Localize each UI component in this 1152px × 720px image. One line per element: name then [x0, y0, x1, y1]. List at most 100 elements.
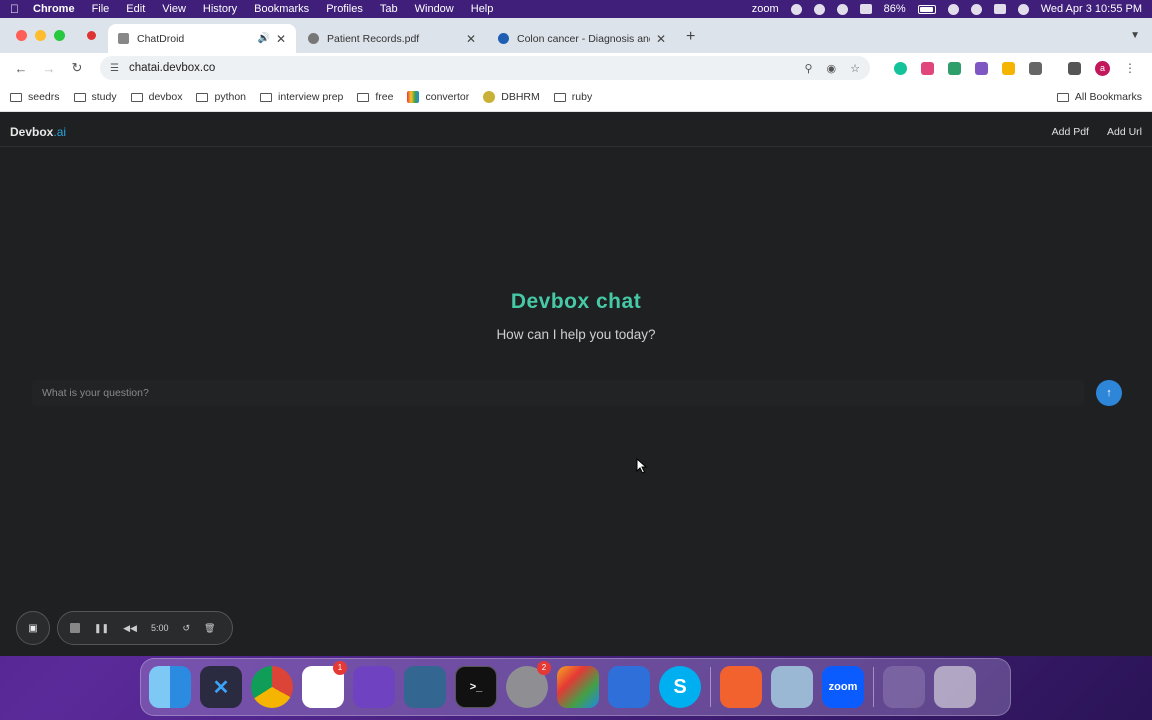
- send-button[interactable]: ↑: [1096, 380, 1122, 406]
- address-bar[interactable]: ☰ chatai.devbox.co ⚲ ◉ ☆: [100, 56, 870, 80]
- reload-icon[interactable]: ↻: [66, 60, 88, 76]
- bookmark-label: All Bookmarks: [1074, 91, 1142, 103]
- cluster-app-icon[interactable]: [608, 666, 650, 708]
- bookmark-interview-prep[interactable]: interview prep: [260, 91, 343, 103]
- wifi-icon[interactable]: [947, 3, 959, 15]
- tab-chatdroid[interactable]: ChatDroid 🔊 ✕: [108, 24, 296, 53]
- all-bookmarks[interactable]: All Bookmarks: [1056, 91, 1142, 103]
- extensions-area: [894, 61, 1081, 75]
- folder-icon: [260, 92, 273, 102]
- terminal-icon[interactable]: >_: [455, 666, 497, 708]
- tab-colon-cancer[interactable]: Colon cancer - Diagnosis and ✕: [488, 24, 676, 53]
- brand-logo[interactable]: Devbox.ai: [10, 125, 66, 139]
- tab-close-icon[interactable]: ✕: [466, 32, 476, 46]
- bookmark-star-icon[interactable]: ☆: [850, 62, 860, 75]
- battery-percent: 86%: [883, 3, 906, 15]
- folder-icon: [553, 92, 566, 102]
- forward-arrow-icon[interactable]: →: [38, 61, 60, 76]
- github-desktop-icon[interactable]: [353, 666, 395, 708]
- question-input[interactable]: [32, 380, 1084, 406]
- maximize-window-icon[interactable]: [54, 30, 65, 41]
- stop-recording-icon[interactable]: [70, 623, 80, 633]
- menu-bookmarks[interactable]: Bookmarks: [254, 3, 309, 15]
- minimize-window-icon[interactable]: [35, 30, 46, 41]
- postgresql-icon[interactable]: [404, 666, 446, 708]
- restart-icon[interactable]: ↺: [182, 623, 190, 634]
- zoom-magnifier-icon[interactable]: ⚲: [804, 62, 812, 75]
- extension-icon[interactable]: [948, 61, 961, 75]
- chrome-icon[interactable]: [251, 666, 293, 708]
- profile-avatar[interactable]: a: [1095, 60, 1110, 76]
- video-camera-icon: ▣: [28, 622, 38, 634]
- tab-favicon-icon: [308, 33, 319, 44]
- recording-timer: 5:00: [150, 623, 169, 633]
- system-settings-icon[interactable]: 2: [506, 661, 551, 708]
- menu-file[interactable]: File: [92, 3, 110, 15]
- trash-icon[interactable]: 🗑: [204, 623, 215, 634]
- pause-icon[interactable]: ❚❚: [94, 623, 109, 634]
- extensions-puzzle-icon[interactable]: [1029, 61, 1042, 75]
- menu-profiles[interactable]: Profiles: [326, 3, 363, 15]
- grammarly-extension-icon[interactable]: [894, 61, 907, 75]
- tab-patient-records[interactable]: Patient Records.pdf ✕: [298, 24, 486, 53]
- new-tab-icon[interactable]: +: [686, 28, 695, 46]
- extension-icon[interactable]: [1002, 61, 1015, 75]
- address-bar-url[interactable]: chatai.devbox.co: [129, 62, 215, 74]
- bookmark-devbox[interactable]: devbox: [130, 91, 182, 103]
- side-panel-icon[interactable]: [1068, 61, 1081, 75]
- close-window-icon[interactable]: [16, 30, 27, 41]
- camera-toggle-button[interactable]: ▣: [16, 611, 50, 645]
- tab-close-icon[interactable]: ✕: [276, 32, 286, 46]
- menubar-datetime[interactable]: Wed Apr 3 10:55 PM: [1041, 3, 1142, 15]
- menu-tab[interactable]: Tab: [380, 3, 398, 15]
- bookmark-label: DBHRM: [501, 91, 540, 103]
- slack-icon[interactable]: 1: [302, 661, 347, 708]
- vscode-icon[interactable]: ✕: [200, 666, 242, 708]
- apple-menu-icon[interactable]: : [10, 2, 19, 16]
- extension-icon[interactable]: [921, 61, 934, 75]
- battery-icon[interactable]: [917, 4, 936, 14]
- add-url-button[interactable]: Add Url: [1107, 126, 1142, 138]
- trash-can-icon[interactable]: [934, 666, 976, 708]
- launchpad-icon[interactable]: [557, 666, 599, 708]
- zoom-app-icon[interactable]: zoom: [822, 666, 864, 708]
- menu-edit[interactable]: Edit: [126, 3, 145, 15]
- grammarly-icon[interactable]: [813, 3, 825, 15]
- zoom-check-icon[interactable]: [790, 3, 802, 15]
- skype-icon[interactable]: S: [659, 666, 701, 708]
- menu-app-name[interactable]: Chrome: [33, 3, 75, 15]
- bookmark-dbhrm[interactable]: DBHRM: [483, 91, 540, 103]
- bookmark-study[interactable]: study: [73, 91, 117, 103]
- zoom-status-label[interactable]: zoom: [752, 3, 779, 15]
- tab-audio-icon[interactable]: 🔊: [257, 33, 269, 44]
- menu-view[interactable]: View: [162, 3, 186, 15]
- back-arrow-icon[interactable]: ←: [10, 61, 32, 76]
- bookmark-python[interactable]: python: [196, 91, 246, 103]
- menu-help[interactable]: Help: [471, 3, 494, 15]
- finder-icon[interactable]: [149, 666, 191, 708]
- zoom-app-label: zoom: [828, 681, 858, 693]
- tab-search-chevron-icon[interactable]: ▼: [1130, 30, 1140, 41]
- tab-strip: ChatDroid 🔊 ✕ Patient Records.pdf ✕ Colo…: [0, 18, 1152, 53]
- siri-icon[interactable]: [1017, 3, 1029, 15]
- bookmark-ruby[interactable]: ruby: [553, 91, 592, 103]
- add-pdf-button[interactable]: Add Pdf: [1052, 126, 1089, 138]
- spotlight-search-icon[interactable]: [970, 3, 982, 15]
- rewind-icon[interactable]: ◀◀: [123, 623, 137, 634]
- eye-hidden-icon[interactable]: ◉: [827, 62, 837, 75]
- bookmark-free[interactable]: free: [357, 91, 393, 103]
- control-center-icon[interactable]: [993, 4, 1006, 14]
- headphones-icon[interactable]: [836, 3, 848, 15]
- postman-icon[interactable]: [720, 666, 762, 708]
- keyboard-input-icon[interactable]: [859, 4, 872, 14]
- tab-close-icon[interactable]: ✕: [656, 32, 666, 46]
- preview-icon[interactable]: [771, 666, 813, 708]
- chrome-menu-icon[interactable]: ⋮: [1124, 61, 1136, 75]
- bookmark-convertor[interactable]: convertor: [407, 91, 469, 103]
- menu-history[interactable]: History: [203, 3, 237, 15]
- bookmark-seedrs[interactable]: seedrs: [10, 91, 60, 103]
- menu-window[interactable]: Window: [415, 3, 454, 15]
- site-info-icon[interactable]: ☰: [110, 63, 119, 74]
- extension-icon[interactable]: [975, 61, 988, 75]
- chrome-minimized-window-icon[interactable]: [883, 666, 925, 708]
